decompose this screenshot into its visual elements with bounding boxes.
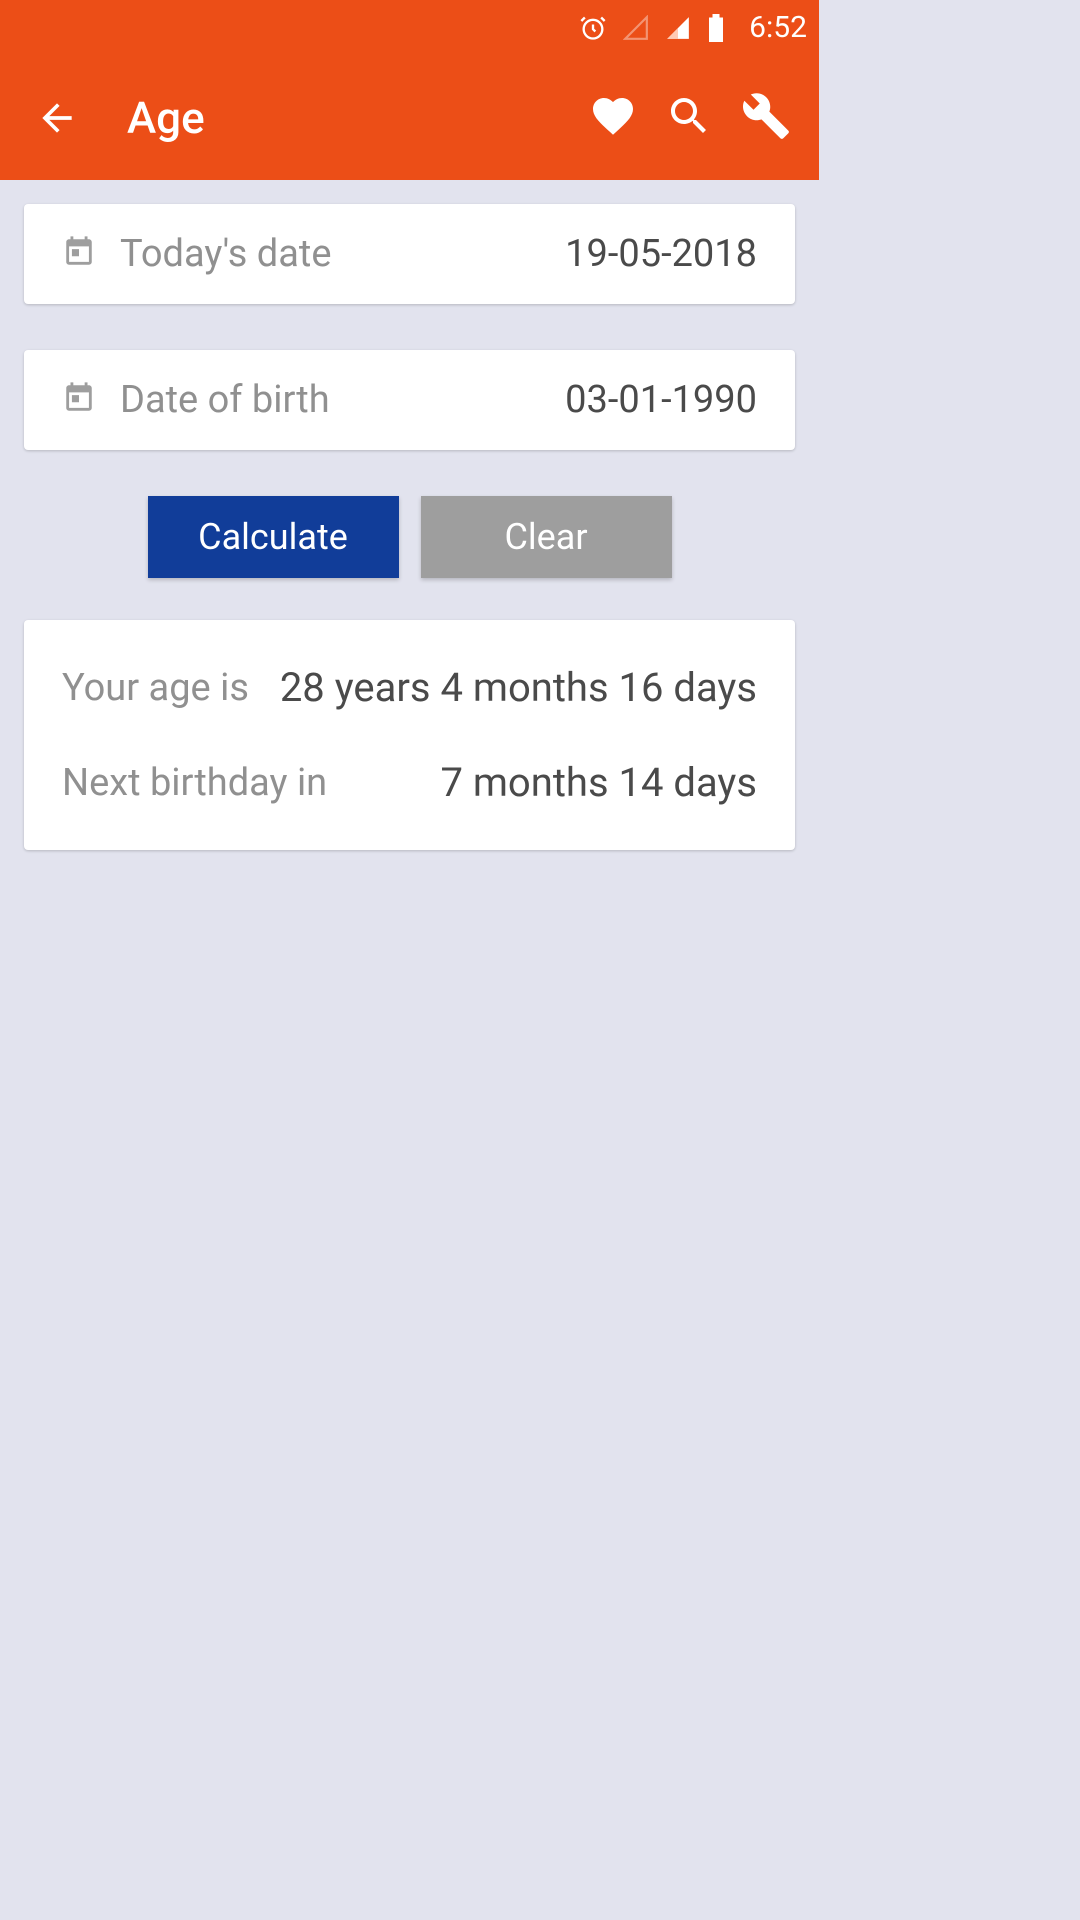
calendar-icon	[62, 381, 96, 419]
dob-value: 03-01-1990	[565, 378, 757, 422]
button-row: Calculate Clear	[24, 496, 795, 578]
favorite-icon[interactable]	[589, 92, 637, 144]
age-value: 28 years 4 months 16 days	[280, 664, 757, 711]
signal-icon	[665, 15, 691, 41]
dob-label: Date of birth	[120, 378, 565, 422]
content: Today's date 19-05-2018 Date of birth 03…	[0, 180, 819, 874]
alarm-icon	[579, 14, 607, 42]
clear-button[interactable]: Clear	[421, 496, 672, 578]
next-birthday-label: Next birthday in	[62, 761, 327, 805]
next-birthday-value: 7 months 14 days	[440, 759, 757, 806]
dob-card[interactable]: Date of birth 03-01-1990	[24, 350, 795, 450]
today-date-label: Today's date	[120, 232, 565, 276]
next-birthday-row: Next birthday in 7 months 14 days	[62, 735, 757, 830]
search-icon[interactable]	[665, 92, 713, 144]
age-result-row: Your age is 28 years 4 months 16 days	[62, 640, 757, 735]
calendar-icon	[62, 235, 96, 273]
app-bar-actions	[589, 91, 791, 145]
age-label: Your age is	[62, 666, 249, 710]
back-button[interactable]	[35, 96, 79, 140]
tools-icon[interactable]	[741, 91, 791, 145]
status-time: 6:52	[749, 10, 807, 45]
page-title: Age	[127, 92, 589, 144]
today-date-value: 19-05-2018	[565, 232, 757, 276]
calculate-button[interactable]: Calculate	[148, 496, 399, 578]
app-bar: Age	[0, 55, 819, 180]
status-bar: 6:52	[0, 0, 819, 55]
battery-icon	[707, 14, 725, 42]
results-card: Your age is 28 years 4 months 16 days Ne…	[24, 620, 795, 850]
signal-empty-icon	[623, 15, 649, 41]
today-date-card[interactable]: Today's date 19-05-2018	[24, 204, 795, 304]
